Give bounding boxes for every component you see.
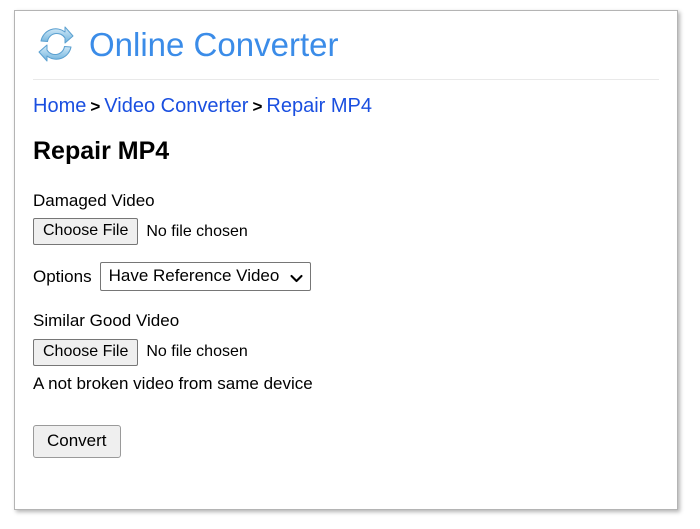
refresh-convert-arrows-icon [33, 21, 79, 67]
browser-page-frame: Online Converter Home > Video Converter > Re… [14, 10, 678, 510]
breadcrumb-item-video-converter[interactable]: Video Converter [104, 95, 248, 117]
header-divider [33, 79, 659, 80]
options-select[interactable]: Have Reference Video [99, 262, 312, 292]
similar-good-video-choose-file-button[interactable]: Choose File [33, 338, 139, 367]
breadcrumb-separator: > [252, 97, 263, 116]
damaged-video-file-row: Choose File No file chosen [33, 217, 659, 246]
options-label: Options [33, 266, 92, 286]
similar-good-video-label: Similar Good Video [33, 311, 180, 331]
breadcrumb-separator: > [90, 97, 101, 116]
site-logo-text[interactable]: Online Converter [89, 28, 338, 61]
submit-row: Convert [33, 394, 659, 458]
damaged-video-field: Damaged Video Choose File No file chosen [33, 191, 659, 246]
breadcrumb-item-repair-mp4[interactable]: Repair MP4 [266, 95, 372, 117]
damaged-video-file-status: No file chosen [146, 222, 248, 240]
breadcrumb-item-home[interactable]: Home [33, 95, 86, 117]
options-field: Options Have Reference Video [33, 262, 659, 292]
similar-good-video-file-status: No file chosen [146, 343, 248, 361]
page-title: Repair MP4 [33, 137, 170, 165]
similar-good-video-hint: A not broken video from same device [33, 374, 313, 394]
convert-button[interactable]: Convert [33, 425, 121, 458]
page-content: Online Converter Home > Video Converter > Re… [15, 11, 677, 509]
similar-good-video-file-row: Choose File No file chosen [33, 338, 659, 367]
chevron-down-icon [290, 270, 303, 283]
repair-mp4-form: Damaged Video Choose File No file chosen… [33, 191, 659, 458]
breadcrumb: Home > Video Converter > Repair MP4 [33, 95, 659, 117]
options-select-value: Have Reference Video [108, 266, 280, 286]
similar-good-video-field: Similar Good Video Choose File No file c… [33, 311, 659, 394]
site-header: Online Converter [33, 11, 659, 73]
damaged-video-label: Damaged Video [33, 190, 155, 210]
damaged-video-choose-file-button[interactable]: Choose File [33, 217, 139, 246]
